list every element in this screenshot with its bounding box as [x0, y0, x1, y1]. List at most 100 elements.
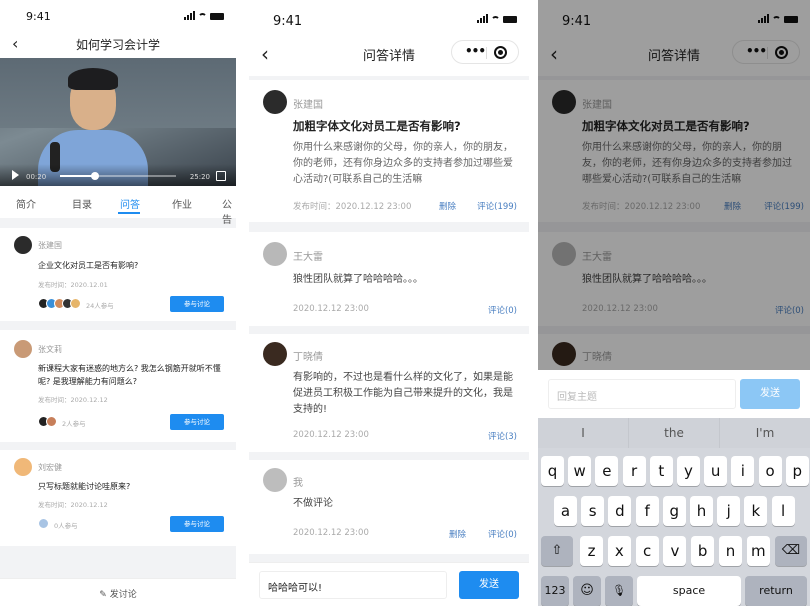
qa-detail-screen: 9:41 ‹ 问答详情 ••• 张建国 加粗字体文化对员工是否有影响? 你用什么… [249, 0, 529, 606]
question-title: 只写标题就能讨论哇原来? [38, 482, 131, 491]
join-discussion-button[interactable]: 参与讨论 [170, 414, 224, 430]
space-key[interactable]: space [637, 576, 741, 606]
battery-icon [503, 16, 517, 23]
avatar [46, 416, 57, 427]
reply-input[interactable]: 回复主题 [548, 379, 736, 409]
answer-author: 丁晓倩 [293, 352, 323, 363]
question-title: 企业文化对员工是否有影响? [38, 261, 139, 270]
answer-author: 我 [293, 478, 303, 489]
suggestion-bar: I the I'm [538, 418, 810, 448]
numbers-key[interactable]: 123 [541, 576, 569, 606]
key-x[interactable]: x [607, 536, 631, 566]
question-title: 加粗字体文化对员工是否有影响? [293, 119, 461, 133]
avatar [263, 242, 287, 266]
key-e[interactable]: e [595, 456, 619, 486]
avatar [263, 90, 287, 114]
emoji-key[interactable]: ☺ [573, 576, 601, 606]
tab-homework[interactable]: 作业 [172, 186, 192, 211]
delete-link[interactable]: 删除 [439, 200, 456, 212]
key-u[interactable]: u [704, 456, 728, 486]
video-time-total: 25:20 [189, 173, 210, 181]
key-z[interactable]: z [580, 536, 603, 566]
mic-key[interactable]: 🎙 [605, 576, 633, 606]
question-author: 张文莉 [38, 345, 62, 354]
suggestion-item[interactable]: I [538, 418, 629, 448]
key-p[interactable]: p [785, 456, 809, 486]
key-d[interactable]: d [608, 496, 632, 526]
shift-key[interactable]: ⇧ [541, 536, 573, 566]
question-time: 发布时间：2020.12.12 [38, 396, 108, 404]
fullscreen-icon[interactable] [216, 171, 226, 181]
suggestion-item[interactable]: the [629, 418, 720, 448]
key-h[interactable]: h [690, 496, 713, 526]
key-b[interactable]: b [691, 536, 715, 566]
comment-input-bar: 哈哈哈可以! 发送 [249, 562, 529, 606]
key-y[interactable]: y [677, 456, 700, 486]
bottom-bar: ✎ 发讨论 [0, 578, 236, 606]
key-j[interactable]: j [717, 496, 741, 526]
comment-link[interactable]: 评论(199) [477, 200, 517, 212]
tab-bar: 简介 目录 问答 作业 公告 [0, 186, 236, 226]
video-person-hair [68, 68, 118, 90]
comment-link[interactable]: 评论(3) [488, 430, 517, 442]
question-author: 张建国 [38, 241, 62, 250]
key-t[interactable]: t [649, 456, 673, 486]
key-c[interactable]: c [635, 536, 659, 566]
video-progress[interactable] [60, 172, 176, 180]
key-o[interactable]: o [758, 456, 782, 486]
key-k[interactable]: k [744, 496, 768, 526]
signal-icon [477, 14, 488, 23]
key-g[interactable]: g [662, 496, 686, 526]
video-progress-knob[interactable] [90, 172, 99, 180]
key-l[interactable]: l [771, 496, 795, 526]
reply-bar: 回复主题 发送 [538, 370, 810, 418]
key-v[interactable]: v [663, 536, 687, 566]
key-m[interactable]: m [746, 536, 770, 566]
comment-link[interactable]: 评论(0) [488, 304, 517, 316]
list-item[interactable]: 张文莉 新课程大家有迷惑的地方么? 我怎么钢筋开就听不懂呢? 是我理解能力有问题… [0, 330, 236, 442]
list-item[interactable]: 刘宏健 只写标题就能讨论哇原来? 发布时间：2020.12.12 0人参与 参与… [0, 450, 236, 546]
tab-notice[interactable]: 公告 [222, 186, 236, 226]
nav-bar: ‹ 问答详情 ••• [249, 32, 529, 76]
status-icons [477, 14, 517, 23]
key-a[interactable]: a [554, 496, 577, 526]
avatar [263, 468, 287, 492]
status-time: 9:41 [26, 10, 51, 23]
battery-icon [210, 13, 224, 20]
key-i[interactable]: i [731, 456, 755, 486]
more-icon[interactable]: ••• [465, 44, 486, 58]
avatar [70, 298, 81, 309]
comment-input[interactable]: 哈哈哈可以! [259, 571, 447, 599]
suggestion-item[interactable]: I'm [720, 418, 810, 448]
tab-qa[interactable]: 问答 [120, 186, 140, 211]
list-item[interactable]: 张建国 企业文化对员工是否有影响? 发布时间：2020.12.01 24人参与 … [0, 228, 236, 321]
key-n[interactable]: n [719, 536, 742, 566]
question-title: 新课程大家有迷惑的地方么? 我怎么钢筋开就听不懂呢? 是我理解能力有问题么? [38, 364, 221, 386]
participant-count: 2人参与 [62, 420, 86, 428]
key-f[interactable]: f [635, 496, 659, 526]
participant-count: 0人参与 [54, 522, 78, 530]
comment-link[interactable]: 评论(0) [488, 528, 517, 540]
delete-link[interactable]: 删除 [449, 528, 466, 540]
return-key[interactable]: return [745, 576, 807, 606]
key-row: qwertyuiop [538, 456, 810, 486]
key-row: ⇧ zxcvbnm ⌫ [538, 536, 810, 566]
compose-discussion-button[interactable]: ✎ 发讨论 [0, 587, 236, 600]
key-q[interactable]: q [541, 456, 564, 486]
key-w[interactable]: w [568, 456, 592, 486]
play-icon[interactable] [12, 170, 19, 180]
course-screen: 9:41 ‹ 如何学习会计学 00:20 25:20 简介 目录 问答 作业 公… [0, 0, 236, 606]
key-r[interactable]: r [622, 456, 646, 486]
video-player[interactable]: 00:20 25:20 [0, 58, 236, 186]
key-s[interactable]: s [581, 496, 605, 526]
join-discussion-button[interactable]: 参与讨论 [170, 296, 224, 312]
close-target-icon[interactable] [494, 46, 507, 59]
join-discussion-button[interactable]: 参与讨论 [170, 516, 224, 532]
tab-intro[interactable]: 简介 [16, 186, 36, 211]
tab-catalog[interactable]: 目录 [72, 186, 92, 211]
wifi-icon [198, 13, 207, 20]
send-button[interactable]: 发送 [459, 571, 519, 599]
compose-label: 发讨论 [109, 590, 137, 600]
send-button[interactable]: 发送 [740, 379, 800, 409]
delete-key[interactable]: ⌫ [775, 536, 807, 566]
